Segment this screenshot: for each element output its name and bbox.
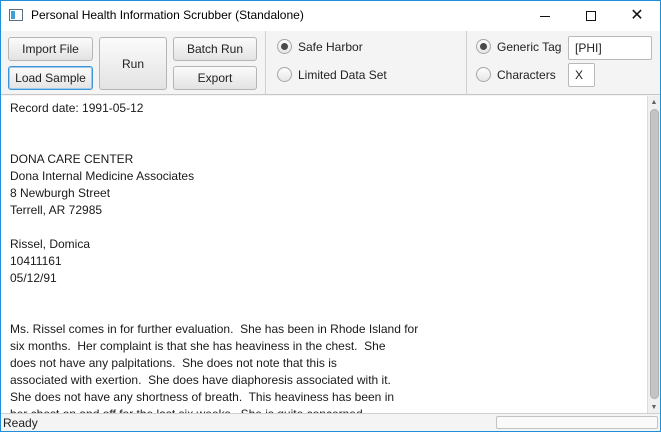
- app-window-icon: [9, 9, 23, 21]
- minimize-button[interactable]: [522, 1, 568, 31]
- characters-label: Characters: [497, 67, 556, 82]
- scroll-up-arrow-icon[interactable]: ▲: [648, 96, 660, 108]
- safe-harbor-radio[interactable]: [277, 39, 292, 54]
- toolbar-divider: [265, 31, 266, 94]
- status-text: Ready: [3, 416, 38, 430]
- characters-option[interactable]: Characters: [476, 67, 556, 82]
- close-icon: ✕: [630, 7, 644, 24]
- safe-harbor-option[interactable]: Safe Harbor: [277, 39, 363, 54]
- generic-tag-radio[interactable]: [476, 39, 491, 54]
- close-button[interactable]: ✕: [614, 1, 660, 31]
- toolbar-divider: [466, 31, 467, 94]
- document-text: Record date: 1991-05-12 DONA CARE CENTER…: [10, 101, 419, 413]
- generic-tag-input[interactable]: [PHI]: [568, 36, 652, 60]
- import-file-button[interactable]: Import File: [8, 37, 93, 61]
- scrollbar-thumb[interactable]: [650, 109, 659, 399]
- app-window: Personal Health Information Scrubber (St…: [0, 0, 661, 432]
- vertical-scrollbar[interactable]: ▲ ▼: [647, 96, 660, 413]
- export-button[interactable]: Export: [173, 66, 257, 90]
- minimize-icon: [540, 15, 550, 17]
- status-bar: Ready: [1, 413, 660, 431]
- limited-data-set-option[interactable]: Limited Data Set: [277, 67, 387, 82]
- characters-radio[interactable]: [476, 67, 491, 82]
- maximize-button[interactable]: [568, 1, 614, 31]
- generic-tag-label: Generic Tag: [497, 39, 562, 54]
- generic-tag-option[interactable]: Generic Tag: [476, 39, 561, 54]
- scroll-down-arrow-icon[interactable]: ▼: [648, 401, 660, 413]
- batch-run-button[interactable]: Batch Run: [173, 37, 257, 61]
- limited-data-set-radio[interactable]: [277, 67, 292, 82]
- progress-bar: [496, 416, 658, 429]
- toolbar: Import File Load Sample Run Batch Run Ex…: [1, 31, 660, 95]
- maximize-icon: [586, 11, 596, 21]
- run-button[interactable]: Run: [99, 37, 167, 90]
- document-text-area[interactable]: Record date: 1991-05-12 DONA CARE CENTER…: [1, 96, 647, 413]
- replacement-character-input[interactable]: X: [568, 63, 595, 87]
- limited-data-set-label: Limited Data Set: [298, 67, 387, 82]
- title-bar[interactable]: Personal Health Information Scrubber (St…: [1, 1, 660, 31]
- load-sample-button[interactable]: Load Sample: [8, 66, 93, 90]
- safe-harbor-label: Safe Harbor: [298, 39, 363, 54]
- window-title: Personal Health Information Scrubber (St…: [31, 8, 304, 22]
